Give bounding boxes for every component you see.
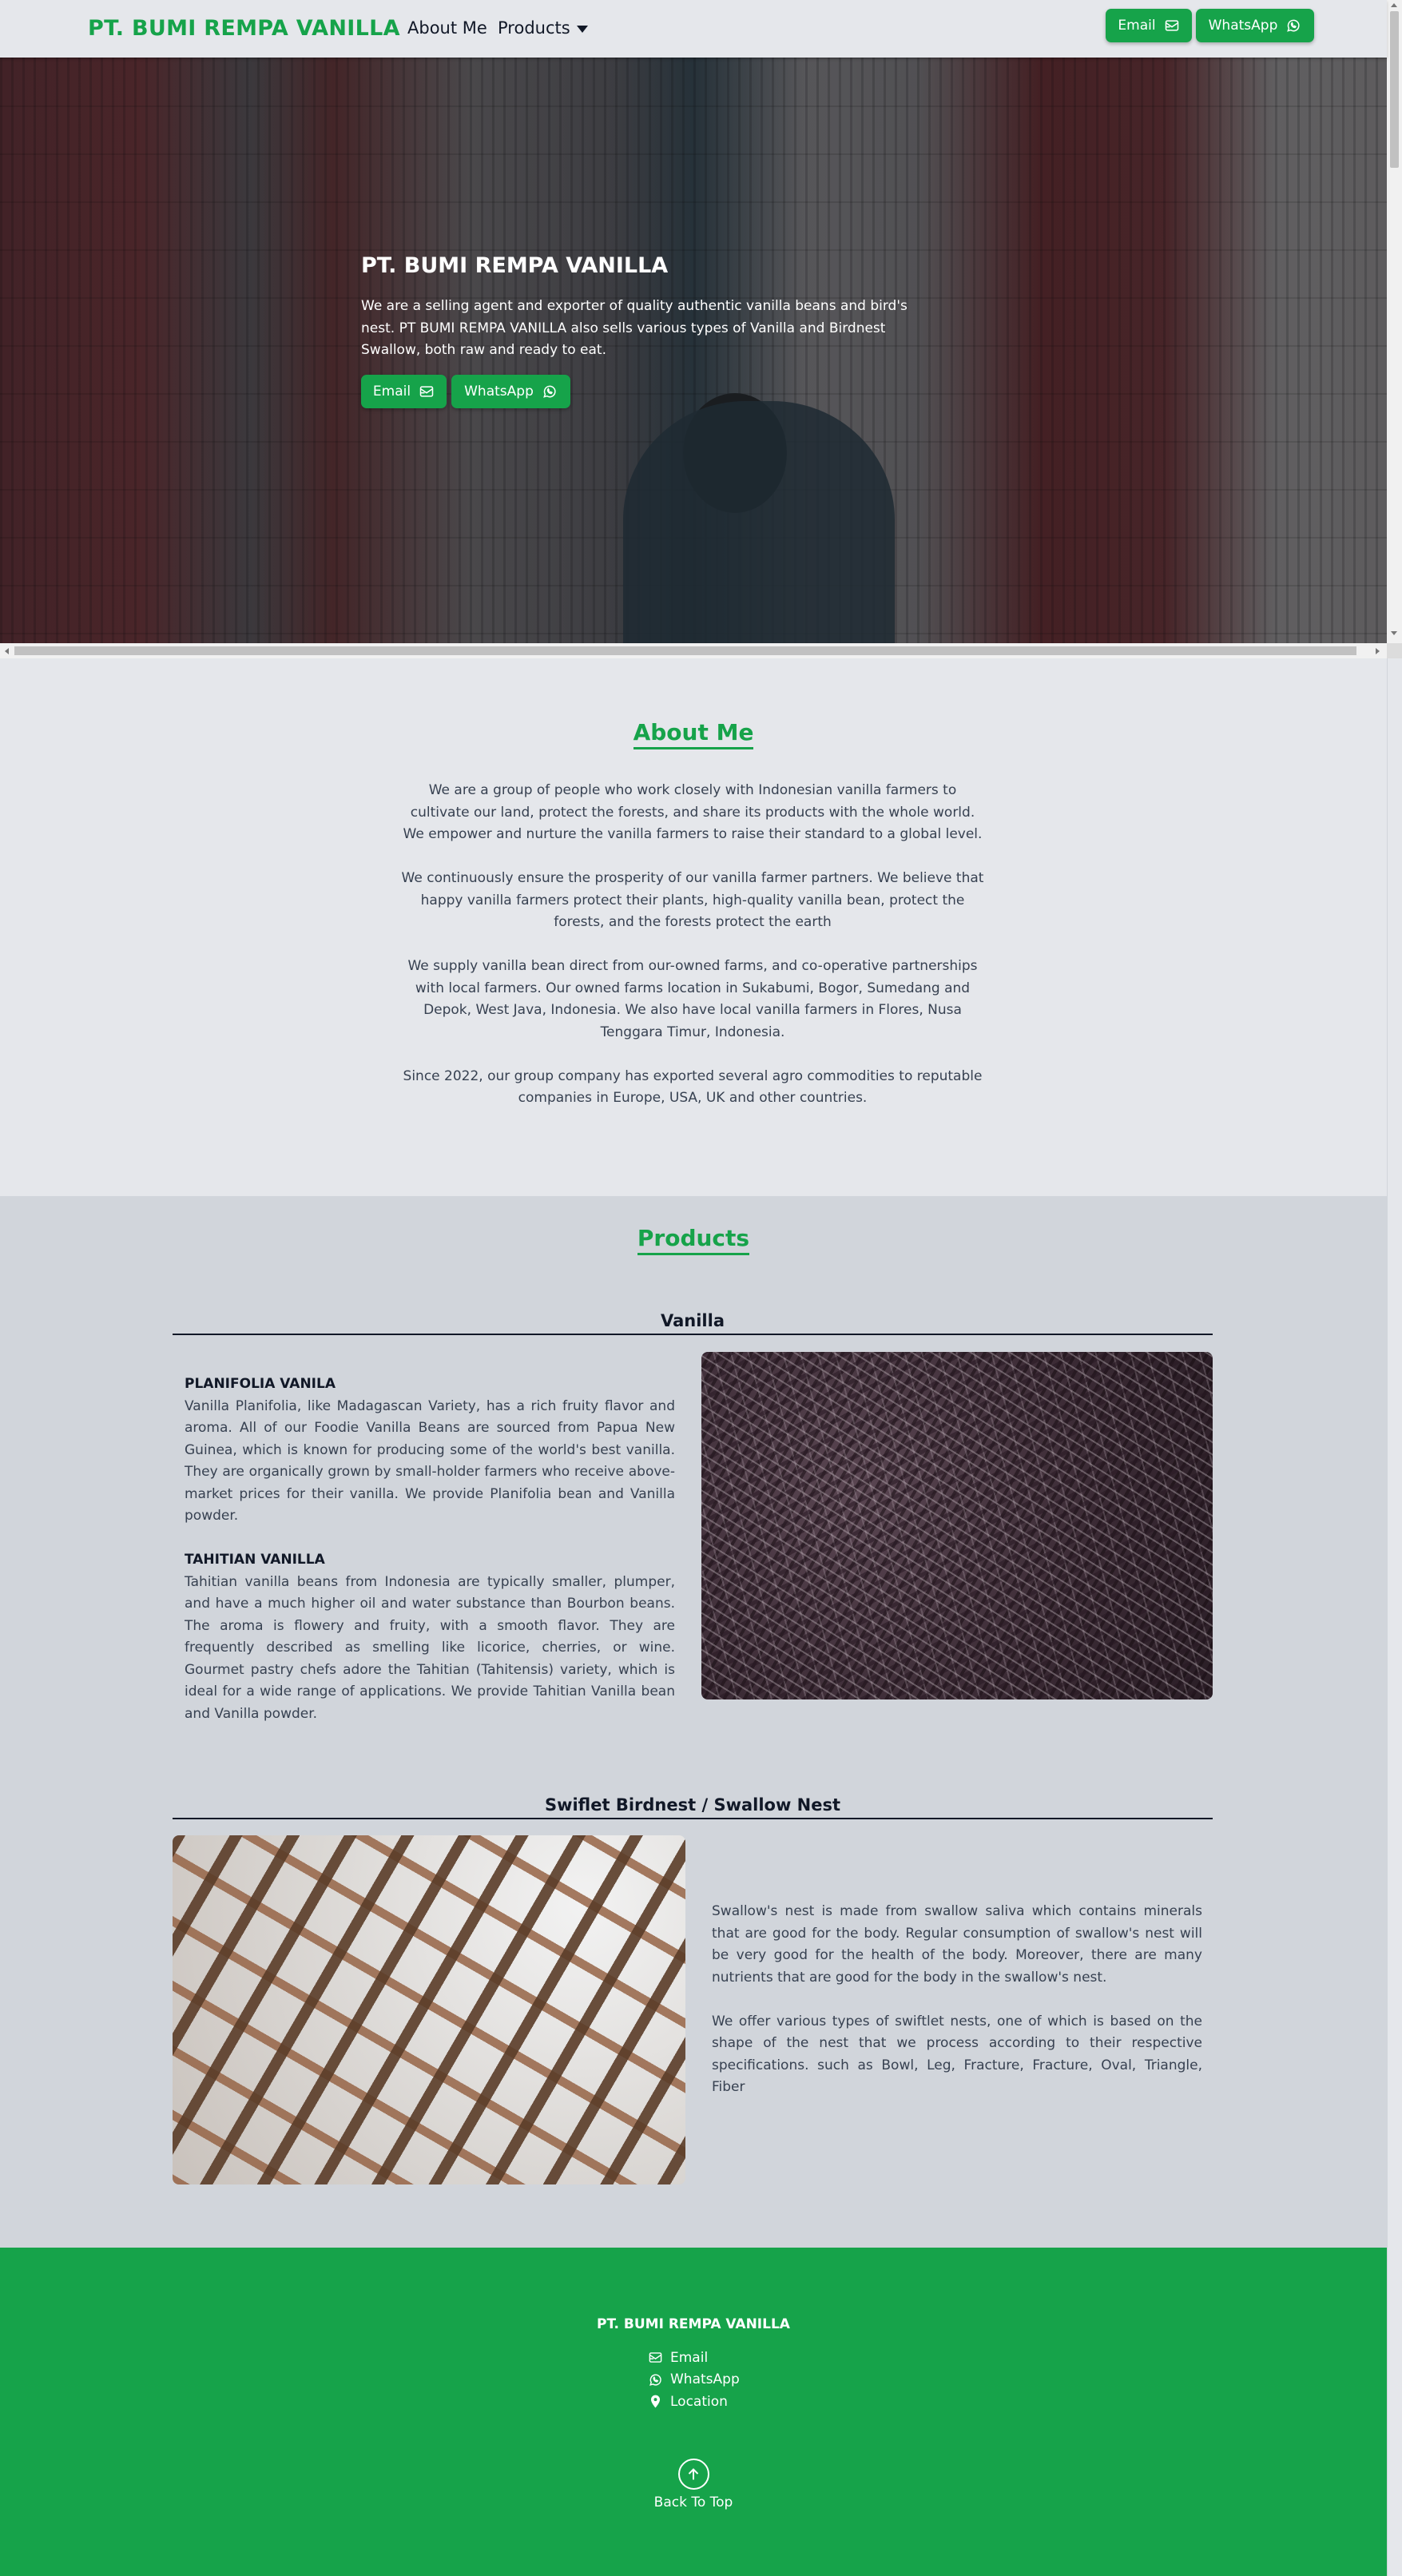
nest-category-title: Swiflet Birdnest / Swallow Nest (173, 1795, 1213, 1819)
whatsapp-icon (1287, 19, 1300, 32)
hero-email-label: Email (372, 383, 411, 400)
back-to-top-label: Back To Top (653, 2495, 733, 2510)
scroll-up-arrow-icon[interactable] (1391, 3, 1397, 7)
arrow-up-circle-icon (677, 2459, 709, 2490)
hero-person-silhouette (623, 401, 895, 643)
footer-whatsapp-label: WhatsApp (670, 2371, 740, 2388)
product-description: Tahitian vanilla beans from Indonesia ar… (185, 1573, 675, 1722)
caret-down-icon (576, 25, 588, 33)
nest-paragraph: We offer various types of swiftlet nests… (712, 2013, 1202, 2096)
map-pin-icon (650, 2395, 661, 2408)
nav-whatsapp-button[interactable]: WhatsApp (1196, 9, 1314, 42)
scroll-down-arrow-icon[interactable] (1391, 631, 1397, 635)
footer-email-label: Email (670, 2349, 709, 2366)
footer: PT. BUMI REMPA VANILLA Email WhatsApp Lo… (0, 2248, 1387, 2576)
about-paragraph: We supply vanilla bean direct from our-o… (407, 958, 978, 1040)
footer-whatsapp-link[interactable]: WhatsApp (648, 2369, 740, 2391)
nav-email-button[interactable]: Email (1106, 9, 1192, 42)
footer-location-label: Location (670, 2393, 728, 2410)
envelope-icon (419, 385, 434, 397)
vertical-scroll-thumb[interactable] (1390, 11, 1399, 168)
product-name: PLANIFOLIA VANILA (185, 1376, 336, 1392)
hero-whatsapp-label: WhatsApp (464, 383, 534, 400)
nav-whatsapp-label: WhatsApp (1208, 18, 1278, 34)
hero-description: We are a selling agent and exporter of q… (361, 298, 908, 358)
hero-content: PT. BUMI REMPA VANILLA We are a selling … (361, 253, 920, 408)
about-text: We are a group of people who work closel… (401, 780, 984, 1131)
footer-location-link[interactable]: Location (648, 2391, 740, 2413)
scroll-left-arrow-icon[interactable] (5, 648, 9, 654)
vanilla-product-list: PLANIFOLIA VANILA Vanilla Planifolia, li… (185, 1373, 675, 1747)
hero-buttons: Email WhatsApp (361, 374, 920, 408)
about-paragraph: We continuously ensure the prosperity of… (401, 870, 984, 930)
nest-description: Swallow's nest is made from swallow sali… (712, 1901, 1202, 2121)
footer-email-link[interactable]: Email (648, 2347, 740, 2369)
products-section: Products Vanilla PLANIFOLIA VANILA Vanil… (0, 1196, 1387, 2248)
nav-about-link[interactable]: About Me (407, 18, 487, 38)
hero-whatsapp-button[interactable]: WhatsApp (451, 374, 570, 408)
hero-email-button[interactable]: Email (361, 374, 447, 408)
about-paragraph: We are a group of people who work closel… (403, 782, 983, 842)
vanilla-category-title: Vanilla (173, 1311, 1213, 1335)
hero-vertical-scrollbar[interactable] (1387, 0, 1402, 643)
whatsapp-icon (649, 2374, 661, 2386)
about-section: About Me We are a group of people who wo… (0, 658, 1387, 1196)
navbar: PT. BUMI REMPA VANILLA About Me Products… (0, 0, 1387, 58)
footer-brand: PT. BUMI REMPA VANILLA (597, 2316, 790, 2332)
hero-section: PT. BUMI REMPA VANILLA We are a selling … (0, 58, 1387, 643)
whatsapp-icon (543, 385, 556, 398)
vanilla-beans-image (701, 1352, 1213, 1699)
product-item: PLANIFOLIA VANILA Vanilla Planifolia, li… (185, 1373, 675, 1528)
about-paragraph: Since 2022, our group company has export… (403, 1067, 983, 1107)
envelope-icon (1165, 20, 1178, 31)
nest-paragraph: Swallow's nest is made from swallow sali… (712, 1903, 1202, 1986)
back-to-top-button[interactable]: Back To Top (0, 2459, 1387, 2510)
product-name: TAHITIAN VANILLA (185, 1552, 325, 1568)
hero-title: PT. BUMI REMPA VANILLA (361, 253, 669, 278)
hero-horizontal-scrollbar[interactable] (0, 643, 1387, 658)
nav-products-label: Products (498, 18, 570, 38)
brand-logo[interactable]: PT. BUMI REMPA VANILLA (88, 16, 400, 41)
page-scrollbar-track[interactable] (1387, 658, 1402, 2576)
envelope-icon (649, 2352, 662, 2363)
products-heading: Products (0, 1225, 1387, 1255)
nav-products-dropdown[interactable]: Products (498, 18, 588, 38)
scroll-right-arrow-icon[interactable] (1376, 648, 1380, 654)
scrollbar-corner (1387, 643, 1402, 658)
footer-links: Email WhatsApp Location (648, 2347, 740, 2413)
product-item: TAHITIAN VANILLA Tahitian vanilla beans … (185, 1549, 675, 1725)
product-description: Vanilla Planifolia, like Madagascan Vari… (185, 1397, 675, 1525)
swallow-nest-image (173, 1835, 685, 2184)
about-heading: About Me (0, 719, 1387, 749)
nav-email-label: Email (1118, 18, 1156, 34)
horizontal-scroll-thumb[interactable] (14, 646, 1356, 655)
